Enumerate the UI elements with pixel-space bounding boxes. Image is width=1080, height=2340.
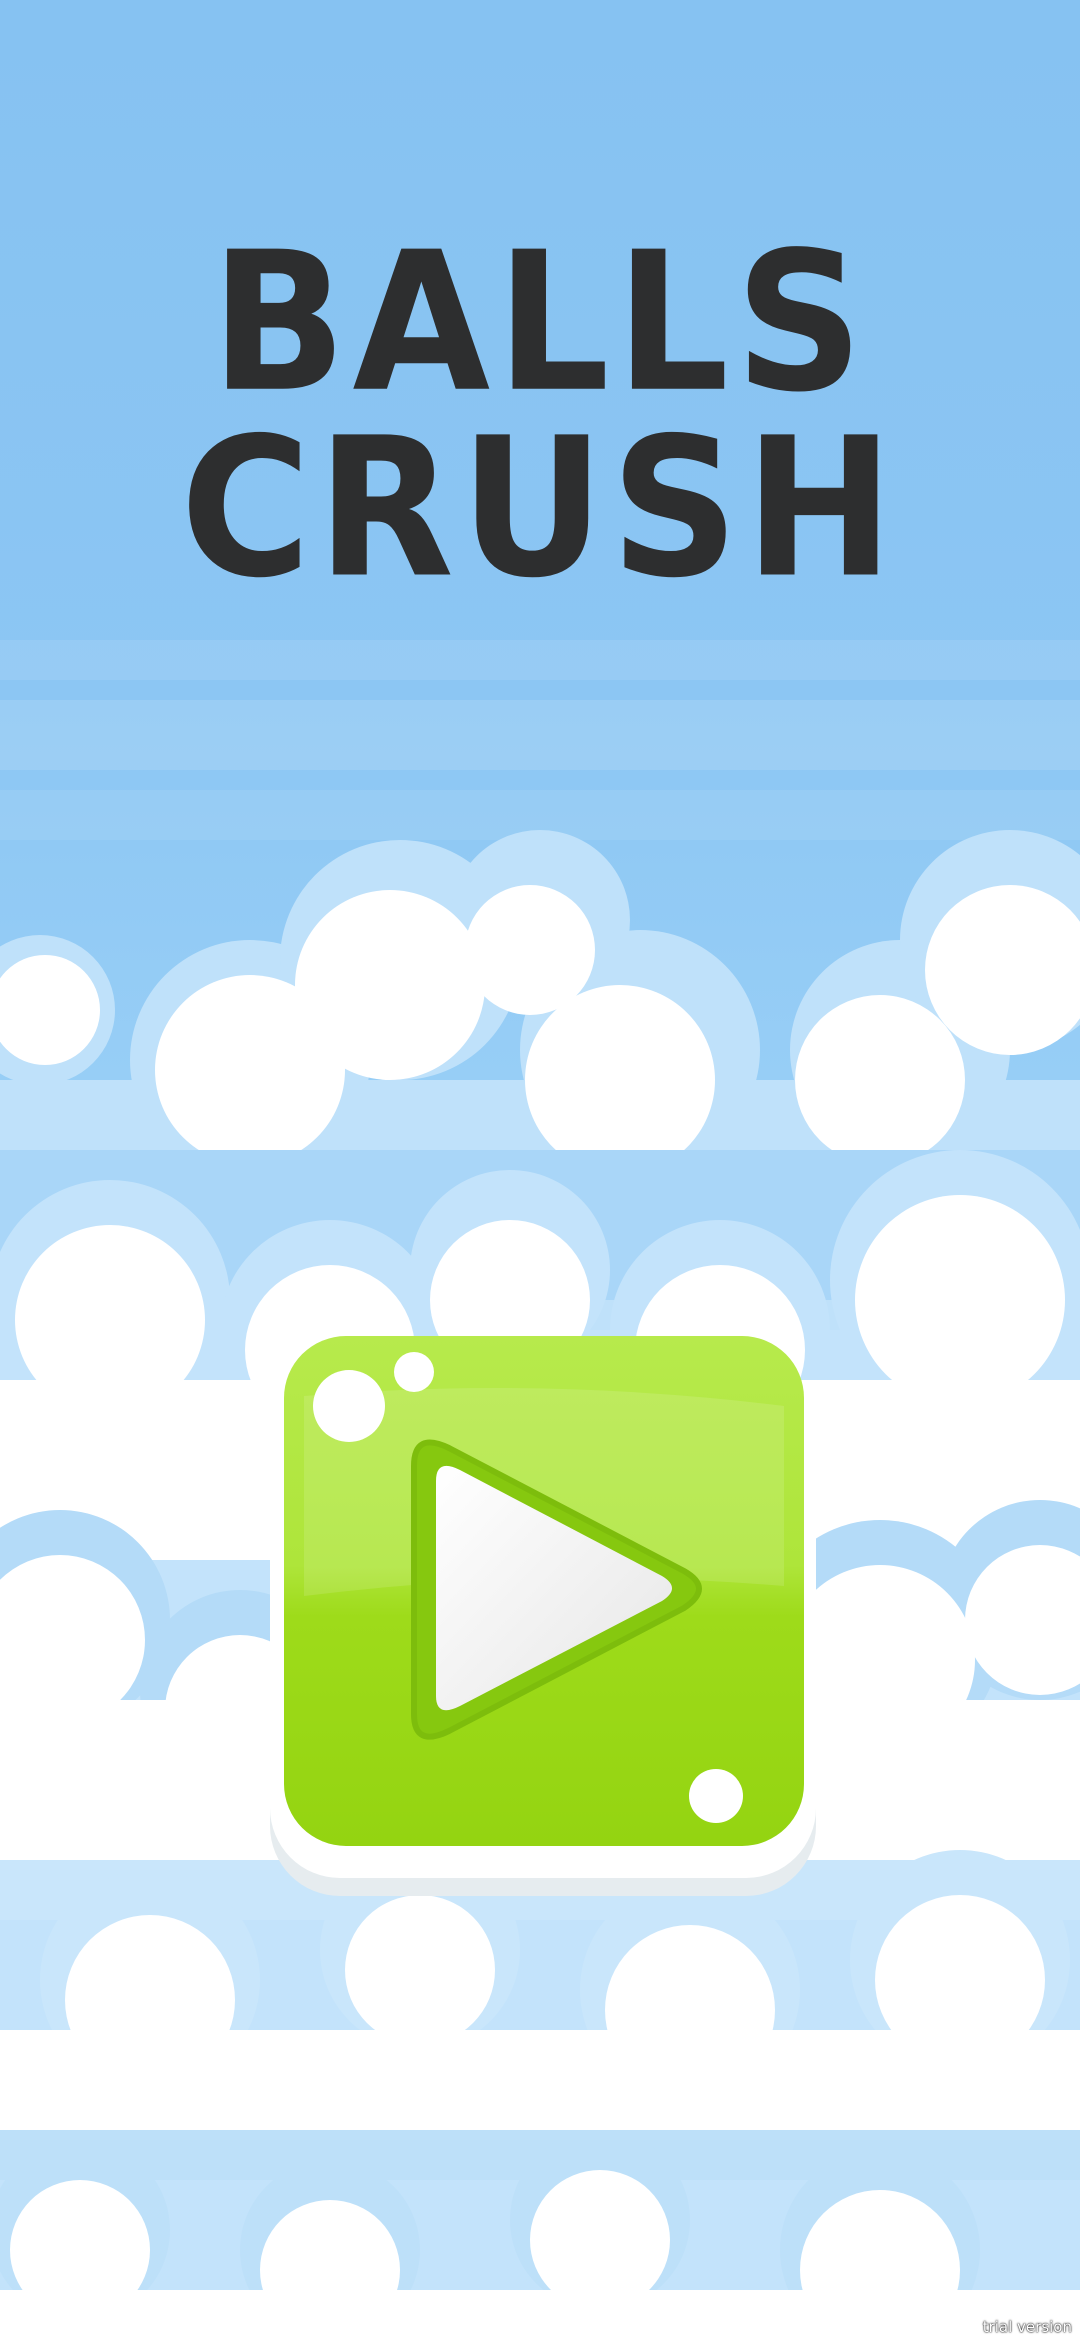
title-line-balls: BALLS [210, 210, 870, 435]
game-title: BALLS CRUSH [0, 210, 1080, 620]
play-button[interactable] [264, 1336, 824, 1906]
play-button-graphic [270, 1336, 816, 1896]
game-background: BALLS CRUSH trial version [0, 0, 1080, 2340]
watermark-text: trial version [982, 2318, 1072, 2336]
title-line-crush: CRUSH [180, 396, 900, 620]
